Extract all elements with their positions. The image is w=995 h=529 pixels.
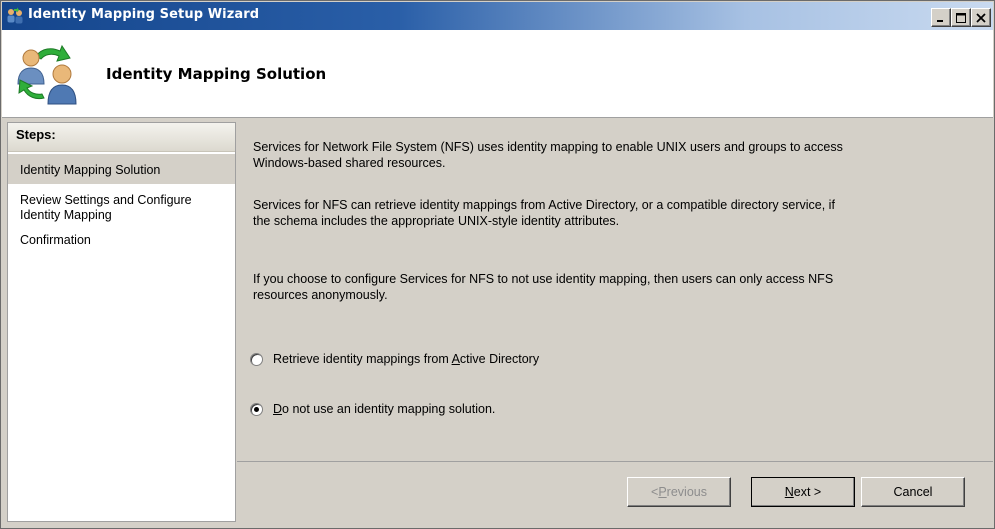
- page-title: Identity Mapping Solution: [106, 65, 327, 83]
- steps-pane: Steps: Identity Mapping Solution Review …: [7, 122, 236, 522]
- description-paragraph: Services for NFS can retrieve identity m…: [253, 198, 835, 228]
- description-paragraph: Services for Network File System (NFS) u…: [253, 140, 843, 170]
- steps-heading: Steps:: [8, 123, 235, 152]
- minimize-icon: [937, 19, 943, 22]
- button-bar: < Previous Next > Cancel: [237, 461, 993, 522]
- maximize-icon: [956, 12, 966, 23]
- step-review-settings: Review Settings and Configure Identity M…: [20, 193, 192, 222]
- step-confirmation: Confirmation: [20, 233, 91, 247]
- title-bar[interactable]: Identity Mapping Setup Wizard: [2, 2, 993, 30]
- option-label: Do not use an identity mapping solution.: [273, 402, 496, 416]
- option-no-identity-mapping[interactable]: Do not use an identity mapping solution.: [250, 402, 495, 416]
- cancel-button[interactable]: Cancel: [861, 477, 965, 507]
- close-icon: [976, 12, 986, 23]
- users-sync-icon: [17, 44, 77, 105]
- next-button[interactable]: Next >: [751, 477, 855, 507]
- radio-button[interactable]: [250, 402, 263, 416]
- window-title: Identity Mapping Setup Wizard: [28, 7, 260, 22]
- wizard-users-icon: [7, 7, 23, 24]
- close-button[interactable]: [971, 8, 991, 27]
- maximize-button[interactable]: [951, 8, 971, 27]
- description-paragraph: If you choose to configure Services for …: [253, 272, 834, 302]
- option-retrieve-from-active-directory[interactable]: Retrieve identity mappings from Active D…: [250, 352, 539, 366]
- previous-button[interactable]: < Previous: [627, 477, 731, 507]
- step-identity-mapping-solution: Identity Mapping Solution: [8, 154, 235, 184]
- radio-button[interactable]: [250, 352, 263, 366]
- wizard-window: Identity Mapping Setup Wizard Identity M…: [0, 0, 995, 529]
- minimize-button[interactable]: [931, 8, 951, 27]
- content-pane: Services for Network File System (NFS) u…: [237, 122, 993, 461]
- option-label: Retrieve identity mappings from Active D…: [273, 352, 540, 366]
- wizard-header: Identity Mapping Solution: [2, 30, 993, 118]
